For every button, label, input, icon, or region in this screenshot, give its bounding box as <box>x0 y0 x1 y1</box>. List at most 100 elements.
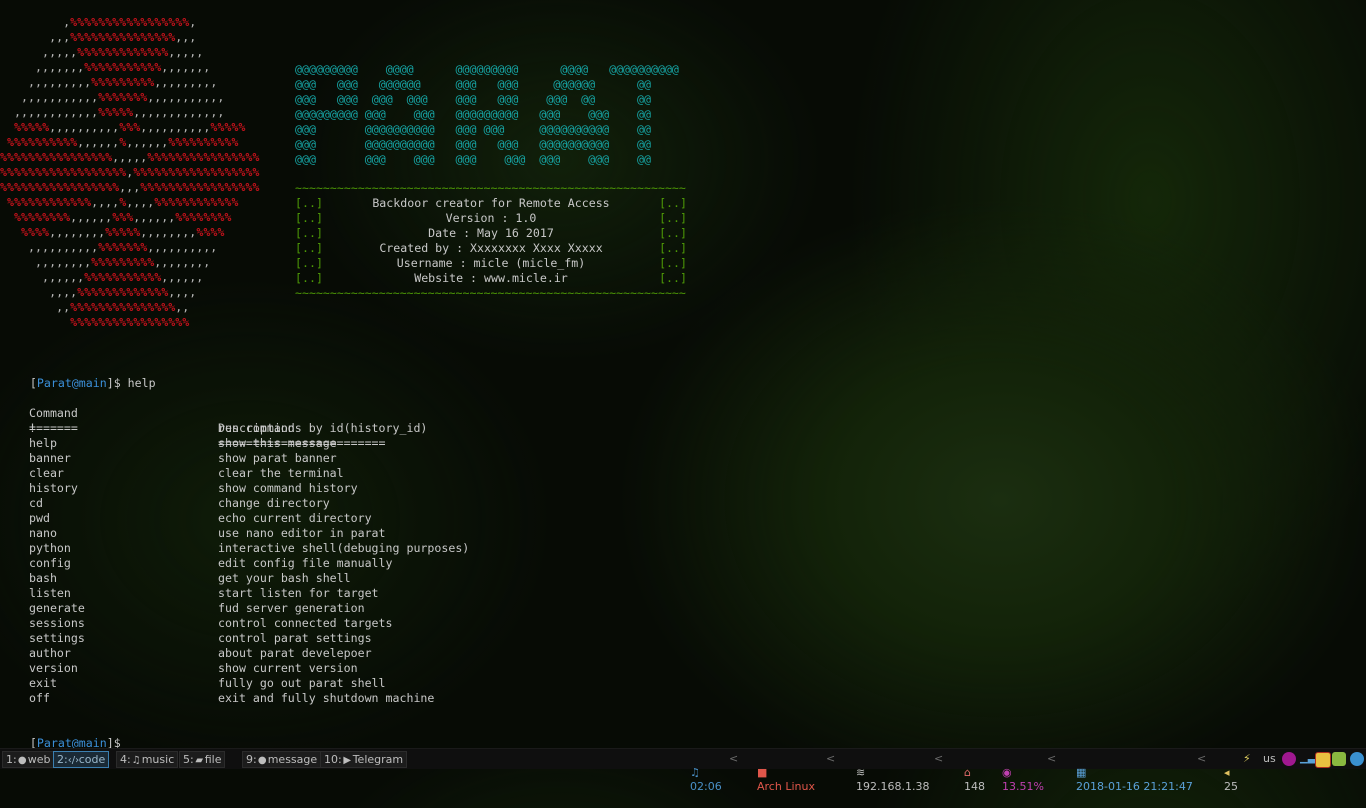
command-name: settings <box>29 631 85 645</box>
entered-command: help <box>120 376 156 390</box>
logo-row: @@@ @@@ @@@@@@ @@@ @@@ @@@@@@ @@ <box>295 77 651 91</box>
mascot-row: %%%%%,,,,,,,,,,%%%,,,,,,,,,,%%%%% <box>0 120 259 135</box>
mascot-red-segment: %%%%%%%%%%%%%%%%% <box>70 315 190 329</box>
volume-status[interactable]: ◂ 25 <box>1210 752 1238 793</box>
mascot-comma-segment: ,,,,,,,, <box>140 225 197 239</box>
datetime-status[interactable]: ▦ 2018-01-16 21:21:47 <box>1062 752 1193 793</box>
mascot-red-segment: %%%%%%%%% <box>91 255 155 269</box>
workspace-telegram[interactable]: 10: ▶ Telegram <box>320 751 408 768</box>
bracket-left: [..] <box>295 271 323 285</box>
command-description: show parat banner <box>218 451 337 465</box>
music-status[interactable]: ♫ 02:06 <box>676 752 722 793</box>
bracket-right: [..] <box>659 226 687 240</box>
command-description: fud server generation <box>218 601 365 615</box>
mascot-comma-segment: ,,, <box>175 30 197 44</box>
logo-row: @@@@@@@@@ @@@ @@@ @@@@@@@@@ @@@ @@@ @@ <box>295 107 651 121</box>
bracket-right: [..] <box>659 241 687 255</box>
ip-address: 192.168.1.38 <box>856 780 930 793</box>
keyboard-layout[interactable]: us <box>1263 752 1276 766</box>
power-plug-icon[interactable]: ⚡ <box>1243 752 1251 766</box>
workspace-code[interactable]: 2:‹/›code <box>53 751 110 768</box>
network-status[interactable]: ≋ 192.168.1.38 <box>842 752 929 793</box>
mascot-row: %%%%%%%%%%%%,,,,%,,,,%%%%%%%%%%%% <box>0 195 259 210</box>
mascot-red-segment: %%%%%%% <box>98 90 148 104</box>
prompt-open-bracket: [ <box>29 376 37 390</box>
mascot-red-segment: %%%%%%%%%%%%%%%%% <box>0 180 120 194</box>
mascot-red-segment: %%%%%%%%%%%% <box>154 195 239 209</box>
mascot-red-segment: %%%%%%%%%%%%%%%%%% <box>0 165 127 179</box>
mascot-red-segment: %%%%%%%%%% <box>7 135 78 149</box>
prompt-line-current[interactable]: [Parat@main]$ <box>2 721 121 750</box>
mascot-row: ,,,,,,,,,%%%%%%%%%,,,,,,,,, <box>0 75 259 90</box>
bracket-left: [..] <box>295 241 323 255</box>
play-icon: ▶ <box>343 755 352 766</box>
command-name: help <box>29 436 57 450</box>
banner-info-text: Website : www.micle.ir <box>414 271 568 285</box>
mascot-comma-segment: ,,,,,, <box>70 210 113 224</box>
workspace-label: Telegram <box>352 753 404 766</box>
banner-info-row: [..] Created by : Xxxxxxxx Xxxx Xxxxx [..] <box>295 241 687 256</box>
volume-level: 25 <box>1224 780 1238 793</box>
code-icon: ‹/› <box>67 755 80 766</box>
command-description: clear the terminal <box>218 466 344 480</box>
banner-info-row: [..] Username : micle (micle_fm) [..] <box>295 256 687 271</box>
update-notifier-icon[interactable] <box>1332 752 1346 766</box>
cpu-status[interactable]: ◉ 13.51% <box>988 752 1044 793</box>
music-icon: ♫ <box>131 755 141 766</box>
mascot-red-segment: %%%%%%%%% <box>91 75 155 89</box>
workspace-file[interactable]: 5: ▰ file <box>179 751 226 768</box>
command-description: control connected targets <box>218 616 393 630</box>
mascot-comma-segment: ,,,,,,,,,, <box>147 240 218 254</box>
command-name: generate <box>29 601 85 615</box>
prompt-line: [Parat@main]$ help <box>2 361 156 390</box>
mascot-row: ,%%%%%%%%%%%%%%%%%, <box>0 15 259 30</box>
mascot-red-segment: %%%%%%%%%%%%%%%%% <box>140 180 260 194</box>
help-row: python interactive shell(debuging purpose… <box>29 541 469 556</box>
mascot-comma-segment: ,,,, <box>91 195 120 209</box>
mascot-comma-segment: , <box>0 15 71 29</box>
mascot-comma-segment: ,,,, <box>0 285 78 299</box>
telegram-tray-icon[interactable] <box>1350 752 1364 766</box>
mascot-red-segment: %%%%%%%%%%%% <box>7 195 92 209</box>
workspace-web[interactable]: 1:●web <box>2 751 55 768</box>
logo-row: @@@@@@@@@ @@@@ @@@@@@@@@ @@@@ @@@@@@@@@@ <box>295 62 679 76</box>
mascot-comma-segment: ,,,,,,,, <box>0 255 92 269</box>
help-row: settings control parat settings <box>29 631 372 646</box>
mascot-comma-segment: ,,,,,, <box>126 135 169 149</box>
command-name: listen <box>29 586 71 600</box>
prompt-close: ]$ <box>106 376 121 390</box>
mascot-comma-segment: ,,,,,, <box>77 135 120 149</box>
mascot-row: ,,,,,,,,,,%%%%%%%,,,,,,,,,, <box>0 240 259 255</box>
mascot-red-segment: %%%% <box>196 225 225 239</box>
mascot-row: %%%%%%%%%%%%%%%%,,,,,%%%%%%%%%%%%%%%% <box>0 150 259 165</box>
os-name: Arch Linux <box>757 780 815 793</box>
mascot-comma-segment: ,,,,, <box>112 150 148 164</box>
parcellite-icon[interactable] <box>1315 752 1331 768</box>
command-name: history <box>29 481 78 495</box>
command-name: banner <box>29 451 71 465</box>
workspace-message[interactable]: 9:●message <box>242 751 322 768</box>
terminal-window[interactable]: ,%%%%%%%%%%%%%%%%%, ,,,%%%%%%%%%%%%%%%,,… <box>0 0 1366 750</box>
mascot-red-segment: %%%%%%%%%%%%%%% <box>70 300 176 314</box>
mascot-row: %%%%%%%%%%%%%%%%%%,%%%%%%%%%%%%%%%%%% <box>0 165 259 180</box>
mascot-comma-segment: ,,,,,,,,,,,, <box>0 105 99 119</box>
mascot-red-segment: %%%%%%%% <box>175 210 232 224</box>
updates-status[interactable]: ⌂ 148 <box>950 752 985 793</box>
help-underline-row: ======= ======================== <box>29 406 386 450</box>
mascot-red-segment: %%%% <box>21 225 50 239</box>
mascot-comma-segment: ,,,,, <box>0 45 78 59</box>
mascot-row: ,,,,,%%%%%%%%%%%%%,,,,, <box>0 45 259 60</box>
mascot-comma-segment: ,,,,,,,,,,, <box>147 90 225 104</box>
workspace-music[interactable]: 4:♫music <box>116 751 179 768</box>
help-row: sessions control connected targets <box>29 616 393 631</box>
command-description: about parat develepoer <box>218 646 372 660</box>
help-row: listen start listen for target <box>29 586 379 601</box>
mascot-comma-segment: ,,,, <box>168 285 197 299</box>
banner-info-row: [..] Version : 1.0 [..] <box>295 211 687 226</box>
logo-row: @@@ @@@ @@@ @@@ @@@ @@@ @@@ @@ @@ <box>295 92 651 106</box>
banner-info-text: Created by : Xxxxxxxx Xxxx Xxxxx <box>379 241 603 255</box>
status-bar: 1:●web 2:‹/›code 4:♫music 5: ▰ file 9:●message… <box>0 748 1366 793</box>
help-row: generate fud server generation <box>29 601 365 616</box>
tray-app-icon[interactable] <box>1282 752 1296 766</box>
help-row: clear clear the terminal <box>29 466 344 481</box>
